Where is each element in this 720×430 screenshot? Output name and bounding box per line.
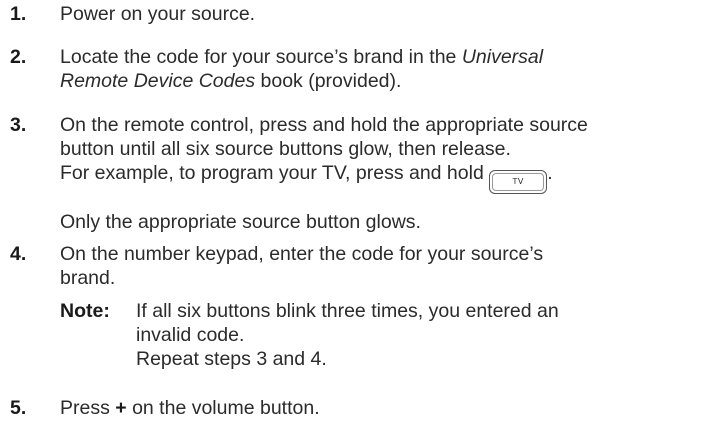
step-number: 1. (10, 3, 27, 25)
plus-symbol: + (115, 397, 127, 419)
step-followup: Only the appropriate source button glows… (60, 211, 421, 233)
step-number: 3. (10, 114, 27, 136)
note-label: Note: (60, 300, 110, 322)
step-line: brand. (60, 267, 116, 289)
step-text: Locate the code for your source’s brand … (60, 45, 710, 93)
note-line: Repeat steps 3 and 4. (136, 348, 327, 370)
step-text: Power on your source. (60, 2, 710, 26)
step-line: Press + on the volume button. (60, 396, 710, 420)
step-text-segment: For example, to program your TV, press a… (60, 162, 484, 184)
note-line: invalid code. (136, 324, 245, 346)
step-number: 5. (10, 397, 27, 419)
tv-button-icon: TV (489, 170, 548, 194)
step-text-segment: book (provided). (255, 70, 402, 92)
step-number: 4. (10, 243, 27, 265)
step-text-segment: Press (60, 397, 116, 419)
step-line: For example, to program your TV, press a… (60, 161, 710, 194)
step-text-segment: on the volume button. (126, 397, 320, 419)
step-number: 2. (10, 46, 27, 68)
step-text: Press + on the volume button. (60, 396, 710, 420)
step-line: On the remote control, press and hold th… (60, 114, 588, 136)
step-text: On the number keypad, enter the code for… (60, 242, 710, 290)
step-line: button until all six source buttons glow… (60, 138, 511, 160)
step-text: On the remote control, press and hold th… (60, 113, 710, 234)
book-title-part: Universal (461, 46, 544, 68)
book-title-part: Remote Device Codes (60, 70, 256, 92)
note-text: If all six buttons blink three times, yo… (136, 299, 706, 371)
note-line: If all six buttons blink three times, yo… (136, 300, 559, 322)
step-line: Locate the code for your source’s brand … (60, 45, 710, 69)
step-line: Remote Device Codes book (provided). (60, 69, 710, 93)
step-text-segment: Locate the code for your source’s brand … (60, 46, 462, 68)
step-text-segment: . (547, 162, 553, 184)
step-line: On the number keypad, enter the code for… (60, 243, 544, 265)
step-line: Power on your source. (60, 3, 256, 25)
instruction-list: 1. Power on your source. 2. Locate the c… (0, 0, 720, 430)
